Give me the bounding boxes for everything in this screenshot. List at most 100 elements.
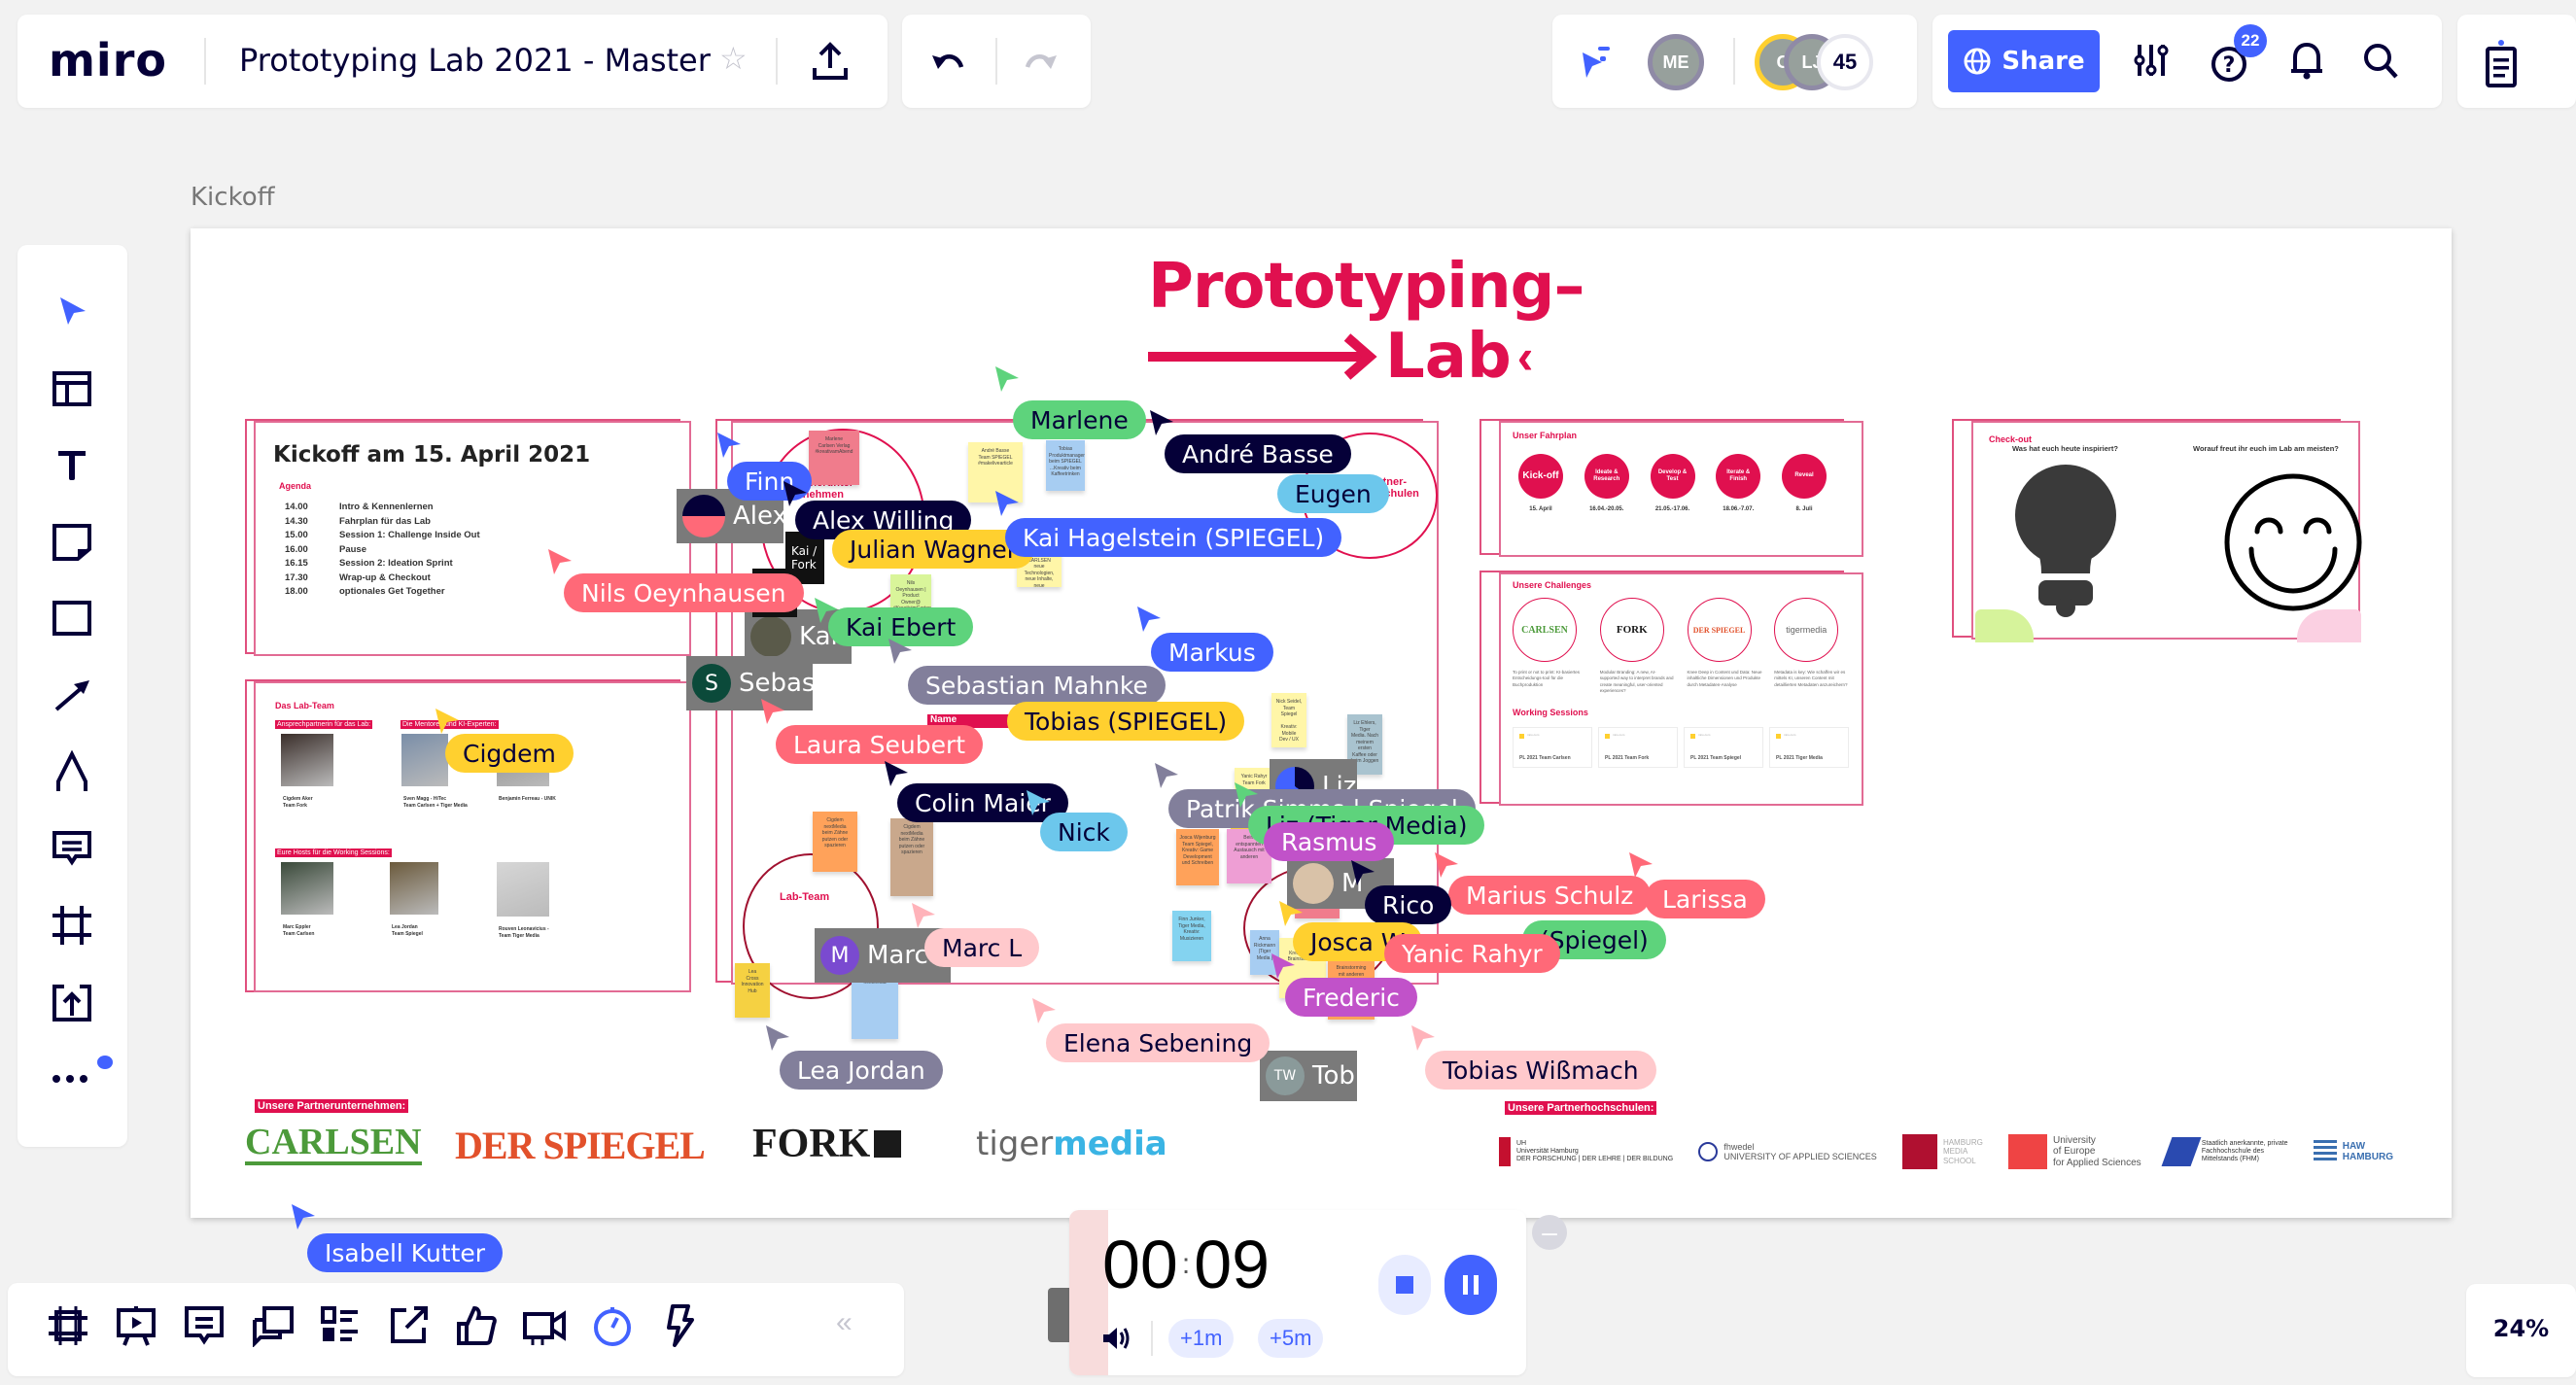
sticky-note[interactable]: Cigdem nextMedia beim Zähne putzen oder … — [890, 818, 933, 896]
sticky-note[interactable]: Tobias Produktmanager beim SPIEGEL ...Kr… — [1046, 440, 1085, 491]
shape-rectangle-icon[interactable] — [47, 593, 97, 643]
school-name-line: DER FORSCHUNG | DER LEHRE | DER BILDUNG — [1516, 1156, 1674, 1163]
board-title[interactable]: Prototyping Lab 2021 - Master — [239, 42, 711, 79]
challenge-logo: CARLSEN — [1513, 598, 1577, 662]
logo-line2: Lab — [1385, 321, 1512, 393]
pause-icon — [1463, 1275, 1479, 1295]
avatar-photo — [1293, 863, 1334, 904]
sticky-note[interactable]: Cigdem nextMedia beim Zähne putzen oder … — [813, 812, 857, 872]
user-cursor-label: Tobias Wißmach — [1425, 1051, 1656, 1090]
select-cursor-icon[interactable] — [47, 286, 97, 336]
fahrplan-step-circle: Develop & Test — [1650, 454, 1695, 499]
globe-icon — [1964, 48, 1991, 75]
user-cursor-label: Frederic — [1285, 978, 1417, 1017]
sticky-note[interactable]: Marlene Carlsen Verlag #kreativamAbend — [809, 431, 859, 485]
comments-icon[interactable] — [183, 1304, 226, 1347]
user-cursor-label: Julian Wagner — [832, 530, 1035, 569]
frames-icon[interactable] — [47, 1304, 89, 1347]
miro-logo[interactable]: miro — [49, 34, 167, 87]
fahrplan-step: Iterate & Finish 18.06.-7.07. — [1710, 454, 1766, 512]
collaborators-panel: ME C LJ 45 — [1552, 15, 1917, 108]
avatar-me[interactable]: ME — [1648, 34, 1704, 90]
team-member-name: Sven Magg - HiTec — [403, 796, 447, 802]
video-chat-icon[interactable] — [523, 1304, 566, 1347]
team-member-name: Lea Jordan — [392, 924, 418, 930]
collaborator-count[interactable]: 45 — [1817, 34, 1873, 90]
session-label: PL 2021 Tiger Media — [1776, 755, 1823, 762]
timer-sound-icon[interactable] — [1097, 1319, 1135, 1358]
working-session-link[interactable]: miro.com PL 2021 Team Spiegel — [1684, 727, 1763, 769]
team-member-role: Team Spiegel — [392, 931, 423, 937]
text-tool-icon[interactable] — [47, 439, 97, 490]
timer-icon[interactable] — [591, 1304, 634, 1347]
voting-icon[interactable] — [455, 1304, 498, 1347]
comment-icon[interactable] — [47, 824, 97, 875]
working-session-link[interactable]: miro.com PL 2021 Tiger Media — [1769, 727, 1849, 769]
fahrplan-step-circle: Kick-off — [1518, 454, 1563, 499]
zoom-level[interactable]: 24% — [2466, 1315, 2576, 1342]
upload-icon[interactable] — [47, 978, 97, 1028]
working-session-link[interactable]: miro.com PL 2021 Team Carlsen — [1513, 727, 1592, 769]
share-button[interactable]: Share — [1948, 30, 2100, 92]
bring-everyone-icon[interactable] — [1574, 40, 1619, 85]
fahrplan-step: Ideate & Research 16.04.-20.05. — [1579, 454, 1635, 512]
team-member-name: Benjamin Ferreau - UNIK — [499, 796, 556, 802]
actions-panel: Share ? 22 — [1932, 15, 2442, 108]
sticky-note[interactable]: Lea Cross Innovation Hub — [735, 963, 770, 1018]
templates-icon[interactable] — [47, 364, 97, 414]
connection-line-icon[interactable] — [47, 671, 97, 721]
team-photo — [281, 862, 333, 915]
timer-add-5m[interactable]: +5m — [1258, 1319, 1324, 1358]
kickoff-frame[interactable]: Prototyping– Lab ‹ Kickoff am 15. April … — [191, 228, 2452, 1218]
frame-label[interactable]: Kickoff — [191, 183, 275, 212]
lab-team-card[interactable]: Das Lab-Team Ansprechpartnerin für das L… — [254, 681, 691, 992]
frame-tool-icon[interactable] — [47, 900, 97, 951]
board-outline-icon[interactable] — [2477, 34, 2525, 92]
sticky-note[interactable]: Nick Seidel, Team Spiegel Kreativ: Mobil… — [1271, 693, 1306, 747]
collapse-toolbar-button[interactable]: « — [836, 1306, 853, 1339]
video-tile[interactable]: S Sebastian — [686, 656, 863, 710]
user-cursor-label: Kai Hagelstein (SPIEGEL) — [1005, 518, 1342, 557]
working-session-link[interactable]: miro.com PL 2021 Team Fork — [1598, 727, 1678, 769]
export-icon[interactable] — [387, 1304, 430, 1347]
redo-icon[interactable] — [1017, 38, 1065, 87]
sticky-note-icon[interactable] — [47, 517, 97, 568]
video-tile[interactable]: TW Tobias — [1260, 1051, 1391, 1101]
checkout-card[interactable]: Check-out Was hat euch heute inspiriert?… — [1971, 421, 2362, 642]
export-upload-icon[interactable] — [805, 36, 855, 87]
user-cursor-arrow-icon — [759, 697, 786, 731]
timer-stop-button[interactable] — [1378, 1255, 1431, 1315]
fahrplan-step-circle: Ideate & Research — [1584, 454, 1629, 499]
sticky-note[interactable]: Josca Wijenburg Team Spiegel, Kreativ: G… — [1176, 829, 1219, 885]
companies-label: Unsere Partnerunternehmen: — [255, 1099, 409, 1113]
video-placeholder — [1048, 1288, 1069, 1342]
notifications-bell-icon[interactable] — [2282, 36, 2331, 85]
star-icon[interactable]: ☆ — [719, 40, 748, 77]
agenda-card[interactable]: Kickoff am 15. April 2021 Agenda 14.00 In… — [254, 421, 691, 656]
avatar-initial: TW — [1266, 1056, 1305, 1095]
video-tile-name: Sebastian — [739, 669, 864, 698]
cards-icon[interactable] — [251, 1304, 294, 1347]
challenges-card[interactable]: Unsere Challenges CARLSEN To print or not… — [1499, 572, 1863, 806]
sticky-note[interactable]: Finn Junker, Tiger Media, Kreativ: Musiz… — [1172, 911, 1211, 961]
team-photo — [401, 734, 448, 786]
search-icon[interactable] — [2356, 36, 2405, 85]
timer-pause-button[interactable] — [1445, 1255, 1497, 1315]
user-cursor-label: Cigdem — [445, 734, 574, 773]
pen-icon[interactable] — [47, 746, 97, 797]
lightning-icon[interactable] — [659, 1304, 702, 1347]
more-tools-icon[interactable] — [47, 1052, 97, 1102]
presentation-icon[interactable] — [115, 1304, 157, 1347]
board-outline-panel — [2457, 15, 2576, 108]
fahrplan-card[interactable]: Unser Fahrplan Kick-off 15. April Ideate &… — [1499, 421, 1863, 557]
school-mark-icon — [1698, 1142, 1719, 1161]
kanban-icon[interactable] — [319, 1304, 362, 1347]
settings-sliders-icon[interactable] — [2127, 36, 2176, 85]
bottom-toolbar: « — [8, 1283, 904, 1376]
user-cursor-arrow-icon — [887, 637, 914, 671]
fahrplan-step-date: 18.06.-7.07. — [1723, 506, 1755, 512]
undo-icon[interactable] — [923, 38, 972, 87]
timer-minimize-button[interactable]: – — [1532, 1215, 1567, 1250]
timer-add-1m[interactable]: +1m — [1168, 1319, 1235, 1358]
prototyping-lab-logo: Prototyping– Lab ‹ — [1148, 253, 1584, 393]
